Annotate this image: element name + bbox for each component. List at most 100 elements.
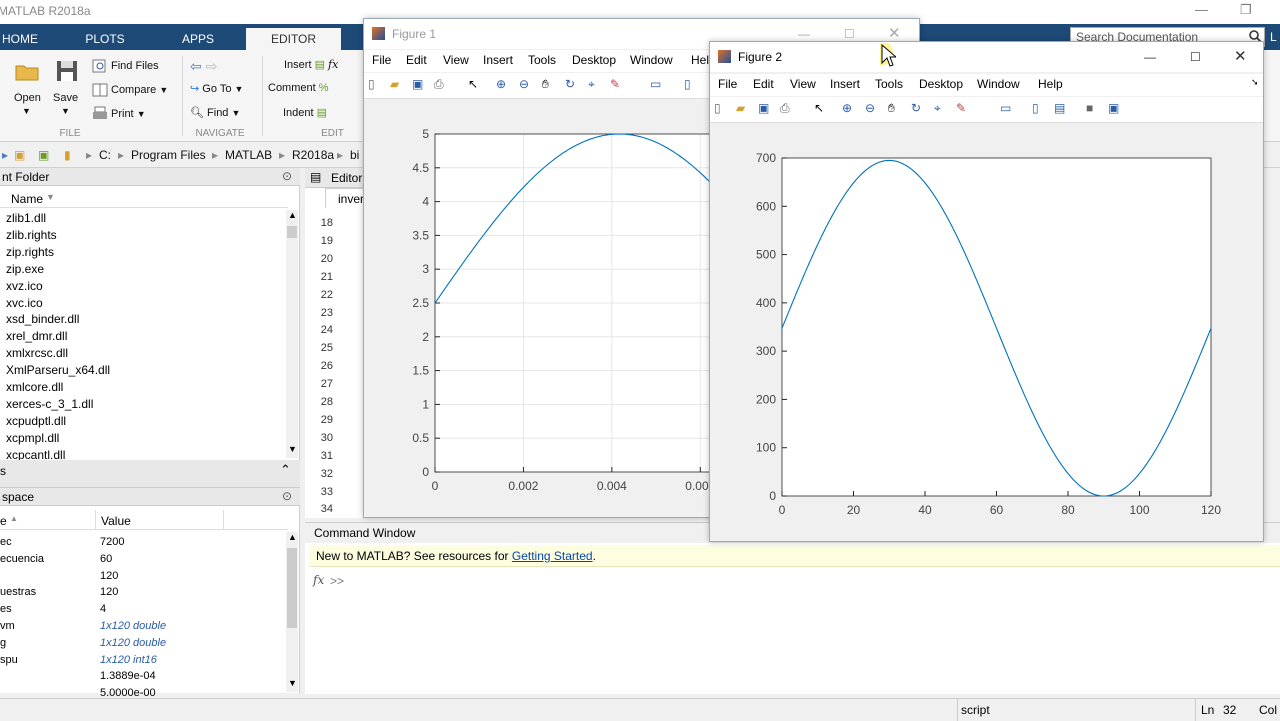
rotate-3d-icon[interactable]: ↻	[911, 101, 921, 115]
show-tools-icon[interactable]: ▣	[1108, 101, 1119, 115]
menu-insert[interactable]: Insert	[830, 77, 860, 91]
path-r2018a[interactable]: R2018a	[292, 148, 334, 162]
panel-menu-icon[interactable]: ⊙	[282, 169, 292, 183]
close-icon[interactable]: ✕	[1234, 42, 1247, 72]
path-drive[interactable]: C:	[99, 148, 111, 162]
menu-view[interactable]: View	[443, 53, 469, 67]
pan-hand-icon[interactable]: ✋︎	[888, 101, 895, 116]
scroll-down-icon[interactable]: ▼	[288, 444, 297, 454]
go-to-dropdown-icon[interactable]: ▼	[235, 84, 244, 94]
print-button[interactable]: Print ▼	[92, 106, 146, 122]
user-account[interactable]: L	[1267, 24, 1280, 50]
file-list-item[interactable]: xsd_binder.dll	[6, 311, 79, 328]
comment-button[interactable]: Comment %	[268, 82, 329, 94]
open-button[interactable]: Open	[14, 92, 41, 104]
zoom-in-icon[interactable]: ⊕	[496, 77, 506, 91]
file-list-item[interactable]: xvz.ico	[6, 278, 43, 295]
browse-folder-icon[interactable]: ▣	[38, 148, 49, 162]
zoom-out-icon[interactable]: ⊖	[865, 101, 875, 115]
menu-tools[interactable]: Tools	[875, 77, 903, 91]
menu-file[interactable]: File	[372, 53, 391, 67]
menu-help[interactable]: Help	[1038, 77, 1063, 91]
scroll-thumb[interactable]	[287, 548, 297, 628]
workspace-var-name[interactable]: es	[0, 603, 12, 615]
tab-editor[interactable]: EDITOR	[246, 28, 341, 50]
workspace-var-name[interactable]: g	[0, 637, 6, 649]
panel-menu-icon[interactable]: ⊙	[282, 489, 292, 503]
file-list-item[interactable]: xcpudptl.dll	[6, 413, 66, 430]
data-cursor-icon[interactable]: ⌖	[588, 77, 595, 92]
tab-apps[interactable]: APPS	[168, 28, 228, 50]
link-plot-icon[interactable]: ▭	[1000, 101, 1011, 115]
find-files-button[interactable]: Find Files	[92, 58, 159, 74]
link-plot-icon[interactable]: ▭	[650, 77, 661, 91]
menu-help[interactable]: Hel	[691, 53, 709, 67]
find-dropdown-icon[interactable]: ▼	[232, 108, 241, 118]
compare-dropdown-icon[interactable]: ▼	[159, 85, 168, 95]
tab-plots[interactable]: PLOTS	[75, 28, 135, 50]
fx-function-browser-icon[interactable]: fx	[313, 573, 324, 587]
legend-icon[interactable]: ▤	[1054, 101, 1065, 115]
workspace-var-name[interactable]: ecuencia	[0, 553, 44, 565]
colorbar-icon[interactable]: ▯	[684, 77, 691, 91]
ws-value-header[interactable]: Value	[101, 514, 131, 528]
zoom-in-icon[interactable]: ⊕	[842, 101, 852, 115]
restore-icon[interactable]: ❐	[1240, 2, 1252, 18]
new-figure-icon[interactable]: ▯	[714, 101, 721, 115]
scroll-thumb[interactable]	[287, 226, 297, 238]
insert-button[interactable]: Insert ▤ fx	[284, 58, 338, 71]
file-list-item[interactable]: xvc.ico	[6, 295, 43, 312]
workspace-scrollbar[interactable]: ▲ ▼	[286, 532, 298, 692]
indent-button[interactable]: Indent ▤	[283, 106, 327, 119]
menu-edit[interactable]: Edit	[753, 77, 774, 91]
workspace-var-name[interactable]: ec	[0, 536, 12, 548]
find-button[interactable]: 🔍︎ Find ▼	[190, 106, 240, 119]
back-arrow-icon[interactable]: ⇦ ⇨	[190, 58, 217, 75]
menu-file[interactable]: File	[718, 77, 737, 91]
file-list-item[interactable]: xmlcore.dll	[6, 379, 63, 396]
brush-icon[interactable]: ✎	[610, 77, 620, 91]
save-figure-icon[interactable]: ▣	[758, 101, 769, 115]
print-figure-icon[interactable]: ⎙	[780, 101, 790, 116]
data-cursor-icon[interactable]: ⌖	[934, 101, 941, 116]
menu-overflow-icon[interactable]: ➘	[1251, 77, 1259, 88]
print-dropdown-icon[interactable]: ▼	[137, 109, 146, 119]
menu-insert[interactable]: Insert	[483, 53, 513, 67]
minimize-icon[interactable]: —	[1144, 42, 1156, 72]
figure-2-plot[interactable]: 0 20 40 60 80 100 120 0 100 200 300 400 500 600 700	[710, 126, 1263, 541]
nav-arrow-icon[interactable]: ▸	[2, 148, 8, 162]
open-file-icon[interactable]: ▰	[390, 77, 399, 91]
file-list-item[interactable]: zlib1.dll	[6, 210, 46, 227]
path-bin[interactable]: bi	[350, 148, 359, 162]
collapse-icon[interactable]: ⌃	[280, 462, 291, 478]
select-arrow-icon[interactable]: ↖	[468, 77, 478, 91]
zoom-out-icon[interactable]: ⊖	[519, 77, 529, 91]
hide-tools-icon[interactable]: ■	[1086, 101, 1093, 115]
print-figure-icon[interactable]: ⎙	[434, 77, 444, 92]
tab-home[interactable]: HOME	[0, 28, 40, 50]
getting-started-link[interactable]: Getting Started	[512, 549, 593, 563]
forward-arrow-icon[interactable]: ⇨	[206, 58, 218, 74]
save-dropdown-icon[interactable]: ▼	[61, 106, 70, 116]
path-matlab[interactable]: MATLAB	[225, 148, 272, 162]
menu-window[interactable]: Window	[977, 77, 1020, 91]
menu-desktop[interactable]: Desktop	[572, 53, 616, 67]
new-figure-icon[interactable]: ▯	[368, 77, 375, 91]
select-arrow-icon[interactable]: ↖	[814, 101, 824, 115]
file-list-item[interactable]: zlib.rights	[6, 227, 57, 244]
file-list-item[interactable]: xrel_dmr.dll	[6, 328, 67, 345]
fx-icon[interactable]: fx	[328, 58, 338, 71]
rotate-3d-icon[interactable]: ↻	[565, 77, 575, 91]
workspace-var-name[interactable]: vm	[0, 620, 15, 632]
details-panel-header[interactable]: s ⌃	[0, 460, 300, 488]
scroll-up-icon[interactable]: ▲	[288, 532, 297, 542]
scroll-down-icon[interactable]: ▼	[288, 678, 297, 688]
workspace-var-name[interactable]: uestras	[0, 586, 36, 598]
file-list-item[interactable]: zip.rights	[6, 244, 54, 261]
workspace-var-name[interactable]: spu	[0, 654, 18, 666]
open-dropdown-icon[interactable]: ▼	[22, 106, 31, 116]
save-button[interactable]: Save	[53, 92, 78, 104]
menu-view[interactable]: View	[790, 77, 816, 91]
open-file-icon[interactable]: ▰	[736, 101, 745, 115]
folder-scrollbar[interactable]: ▲ ▼	[286, 210, 298, 458]
